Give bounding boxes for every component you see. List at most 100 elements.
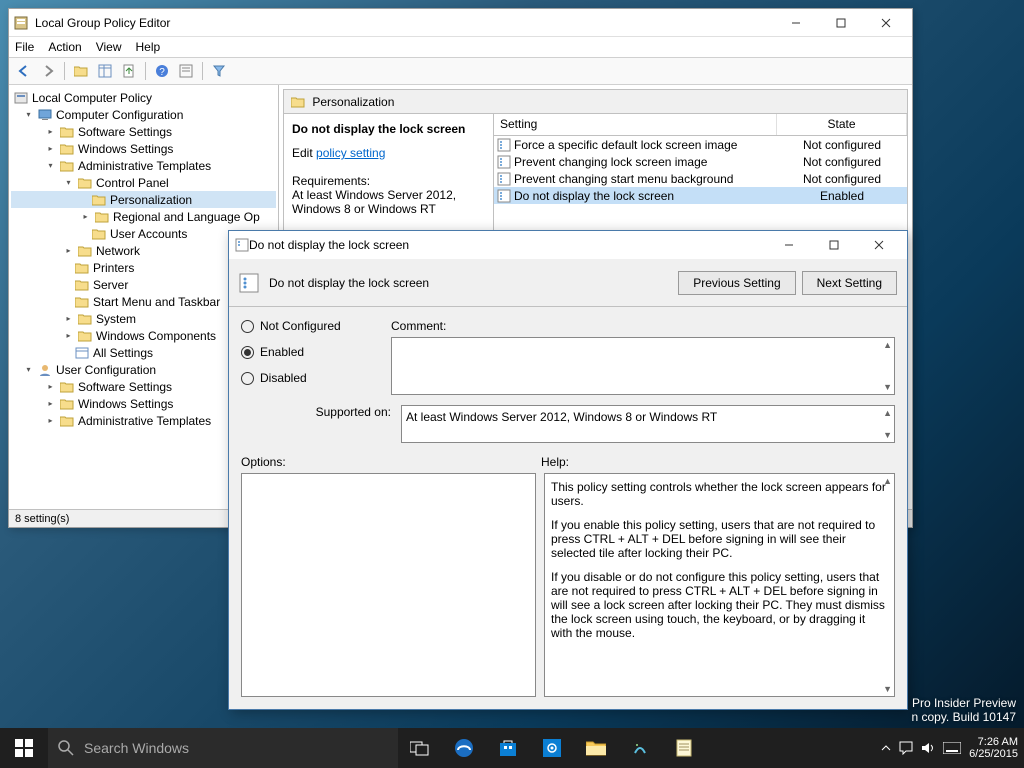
chevron-right-icon[interactable]: ▸ <box>45 415 56 426</box>
tree-admin-templates[interactable]: ▾Administrative Templates <box>11 157 276 174</box>
supported-textbox: At least Windows Server 2012, Windows 8 … <box>401 405 895 443</box>
chevron-down-icon[interactable]: ▾ <box>23 364 34 375</box>
list-item[interactable]: Prevent changing lock screen imageNot co… <box>494 153 907 170</box>
dialog-close-button[interactable] <box>856 231 901 259</box>
window-title: Local Group Policy Editor <box>35 16 773 30</box>
menu-view[interactable]: View <box>96 40 122 54</box>
task-view-button[interactable] <box>398 728 442 768</box>
state-radio-group: Not Configured Enabled Disabled <box>241 319 381 395</box>
help-pane[interactable]: This policy setting controls whether the… <box>544 473 895 697</box>
dialog-icon <box>235 238 249 252</box>
tree-computer-config[interactable]: ▾Computer Configuration <box>11 106 276 123</box>
taskbar-store-icon[interactable] <box>486 728 530 768</box>
properties-icon[interactable] <box>175 60 197 82</box>
dialog-heading: Do not display the lock screen <box>269 276 429 290</box>
requirements-text: At least Windows Server 2012, Windows 8 … <box>292 188 485 216</box>
folder-up-icon[interactable] <box>70 60 92 82</box>
setting-icon <box>496 188 512 204</box>
filter-icon[interactable] <box>208 60 230 82</box>
comment-textarea[interactable]: ▲▼ <box>391 337 895 395</box>
options-pane <box>241 473 536 697</box>
list-item[interactable]: Force a specific default lock screen ima… <box>494 136 907 153</box>
radio-enabled[interactable]: Enabled <box>241 345 381 359</box>
list-item[interactable]: Prevent changing start menu backgroundNo… <box>494 170 907 187</box>
toolbar: ? <box>9 57 912 85</box>
start-button[interactable] <box>0 728 48 768</box>
tree-personalization[interactable]: Personalization <box>11 191 276 208</box>
column-setting[interactable]: Setting <box>494 114 777 135</box>
requirements-label: Requirements: <box>292 174 485 188</box>
menu-help[interactable]: Help <box>136 40 161 54</box>
search-icon <box>58 740 74 756</box>
menu-file[interactable]: File <box>15 40 34 54</box>
system-tray[interactable]: 7:26 AM 6/25/2015 <box>881 728 1024 768</box>
radio-icon <box>241 320 254 333</box>
taskbar-app-icon[interactable] <box>618 728 662 768</box>
chevron-right-icon[interactable]: ▸ <box>45 381 56 392</box>
help-icon[interactable]: ? <box>151 60 173 82</box>
search-input[interactable]: Search Windows <box>48 728 398 768</box>
next-setting-button[interactable]: Next Setting <box>802 271 897 295</box>
chevron-right-icon[interactable]: ▸ <box>63 245 74 256</box>
setting-icon <box>496 171 512 187</box>
app-icon <box>13 15 29 31</box>
taskbar-edge-icon[interactable] <box>442 728 486 768</box>
chevron-right-icon[interactable]: ▸ <box>45 126 56 137</box>
list-item[interactable]: Do not display the lock screenEnabled <box>494 187 907 204</box>
menu-action[interactable]: Action <box>48 40 81 54</box>
svg-text:?: ? <box>159 67 165 78</box>
radio-not-configured[interactable]: Not Configured <box>241 319 381 333</box>
minimize-button[interactable] <box>773 9 818 36</box>
chevron-right-icon[interactable]: ▸ <box>45 143 56 154</box>
content-header-label: Personalization <box>312 95 394 109</box>
dialog-heading-icon <box>239 273 259 293</box>
tray-chevron-up-icon[interactable] <box>881 743 891 753</box>
forward-button[interactable] <box>37 60 59 82</box>
taskbar-settings-icon[interactable] <box>530 728 574 768</box>
setting-icon <box>496 137 512 153</box>
export-icon[interactable] <box>118 60 140 82</box>
tree-software-settings[interactable]: ▸Software Settings <box>11 123 276 140</box>
tree-windows-settings[interactable]: ▸Windows Settings <box>11 140 276 157</box>
taskbar-notepad-icon[interactable] <box>662 728 706 768</box>
titlebar[interactable]: Local Group Policy Editor <box>9 9 912 37</box>
tree-regional-language[interactable]: ▸Regional and Language Op <box>11 208 276 225</box>
options-label: Options: <box>241 455 541 469</box>
previous-setting-button[interactable]: Previous Setting <box>678 271 795 295</box>
edit-policy-link[interactable]: policy setting <box>316 146 385 160</box>
taskbar-explorer-icon[interactable] <box>574 728 618 768</box>
volume-icon[interactable] <box>921 741 935 755</box>
taskbar-clock[interactable]: 7:26 AM 6/25/2015 <box>969 736 1018 760</box>
radio-disabled[interactable]: Disabled <box>241 371 381 385</box>
chevron-down-icon[interactable]: ▾ <box>45 160 56 171</box>
keyboard-icon[interactable] <box>943 742 961 754</box>
chevron-right-icon[interactable]: ▸ <box>45 398 56 409</box>
tree-control-panel[interactable]: ▾Control Panel <box>11 174 276 191</box>
content-header: Personalization <box>284 90 907 114</box>
back-button[interactable] <box>13 60 35 82</box>
desktop-watermark: Pro Insider Preview n copy. Build 10147 <box>911 696 1016 724</box>
selected-setting-name: Do not display the lock screen <box>292 122 485 146</box>
chevron-right-icon[interactable]: ▸ <box>80 211 91 222</box>
setting-icon <box>496 154 512 170</box>
chevron-right-icon[interactable]: ▸ <box>63 330 74 341</box>
close-button[interactable] <box>863 9 908 36</box>
tree-root[interactable]: Local Computer Policy <box>11 89 276 106</box>
menubar: File Action View Help <box>9 37 912 57</box>
dialog-maximize-button[interactable] <box>811 231 856 259</box>
help-label: Help: <box>541 455 569 469</box>
dialog-titlebar[interactable]: Do not display the lock screen <box>229 231 907 259</box>
maximize-button[interactable] <box>818 9 863 36</box>
column-state[interactable]: State <box>777 114 907 135</box>
taskbar: Search Windows 7:26 AM 6/25/2015 <box>0 728 1024 768</box>
radio-icon <box>241 372 254 385</box>
chevron-down-icon[interactable]: ▾ <box>23 109 34 120</box>
action-center-icon[interactable] <box>899 741 913 755</box>
policy-dialog: Do not display the lock screen Do not di… <box>228 230 908 710</box>
chevron-right-icon[interactable]: ▸ <box>63 313 74 324</box>
dialog-minimize-button[interactable] <box>766 231 811 259</box>
chevron-down-icon[interactable]: ▾ <box>63 177 74 188</box>
details-icon[interactable] <box>94 60 116 82</box>
comment-label: Comment: <box>391 319 895 333</box>
supported-label: Supported on: <box>241 405 391 419</box>
